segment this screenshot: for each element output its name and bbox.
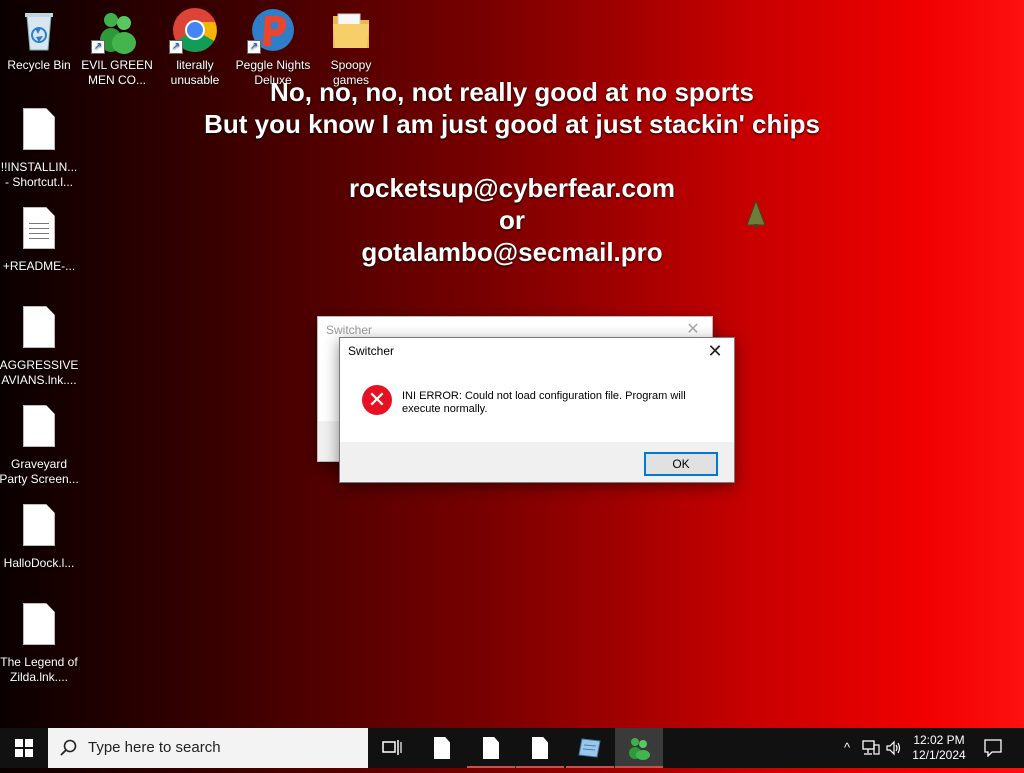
file-icon [483, 737, 499, 759]
clock-date: 12/1/2024 [912, 748, 966, 762]
desktop-icon-label: +README-... [2, 259, 76, 273]
file-icon [532, 737, 548, 759]
text-document-icon [15, 207, 63, 255]
shortcut-arrow-icon: ↗ [91, 40, 105, 54]
peggle-icon: ↗ [247, 6, 297, 54]
close-icon[interactable]: ✕ [702, 338, 728, 364]
dialog-footer: OK [340, 442, 734, 482]
document-icon [15, 504, 63, 552]
desktop-icon-recycle-bin[interactable]: Recycle Bin [0, 6, 79, 73]
notepad-icon [578, 738, 601, 758]
ransom-line-2: But you know I am just good at just stac… [204, 109, 820, 139]
desktop-icon-label: !!INSTALLIN... - Shortcut.l... [0, 160, 78, 189]
taskbar-app-file-3[interactable] [516, 728, 564, 768]
network-icon[interactable] [862, 728, 882, 768]
document-icon [15, 306, 63, 354]
desktop-icon-legend-of-zilda[interactable]: The Legend of Zilda.lnk.... [0, 603, 79, 685]
document-icon [15, 405, 63, 453]
error-message: INI ERROR: Could not load configuration … [402, 390, 686, 415]
switcher-error-dialog[interactable]: Switcher ✕ ✕ INI ERROR: Could not load c… [339, 337, 735, 483]
desktop-icon-label: The Legend of Zilda.lnk.... [0, 655, 78, 684]
taskbar-app-file-1[interactable] [418, 728, 466, 768]
ransom-email-2: gotalambo@secmail.pro [361, 237, 663, 267]
desktop-icon-graveyard-party[interactable]: Graveyard Party Screen... [0, 405, 79, 487]
dialog-title-text: Switcher [326, 323, 373, 337]
volume-icon[interactable] [885, 728, 905, 768]
ransom-line-1: No, no, no, not really good at no sports [270, 77, 754, 107]
notification-icon [984, 739, 1002, 758]
taskbar-app-notepad[interactable] [566, 728, 614, 768]
desktop-icon-aggressive-avians[interactable]: AGGRESSIVE AVIANS.lnk.... [0, 306, 79, 388]
shortcut-arrow-icon: ↗ [247, 40, 261, 54]
desktop-icon-label: EVIL GREEN MEN CO... [81, 58, 153, 87]
taskbar-search-box[interactable]: Type here to search [48, 728, 368, 768]
document-icon [15, 603, 63, 651]
ok-button[interactable]: OK [644, 452, 718, 476]
clock[interactable]: 12:02 PM 12/1/2024 [908, 728, 970, 768]
taskbar-app-green-men[interactable] [615, 728, 663, 768]
recycle-bin-icon [15, 6, 63, 54]
taskbar: Type here to search ^ 12:02 PM 12/1/2024 [0, 728, 1024, 768]
chrome-icon: ↗ [169, 6, 219, 54]
search-icon [60, 728, 78, 773]
tray-overflow-chevron-icon[interactable]: ^ [838, 728, 856, 768]
green-men-icon [629, 738, 650, 760]
start-button[interactable] [0, 728, 48, 768]
file-icon [434, 737, 450, 759]
desktop-icon-installing-shortcut[interactable]: !!INSTALLIN... - Shortcut.l... [0, 108, 79, 190]
clock-time: 12:02 PM [913, 733, 965, 747]
document-icon [15, 108, 63, 156]
desktop-icon-label: AGGRESSIVE AVIANS.lnk.... [0, 358, 79, 387]
dialog-title: Switcher ✕ [340, 338, 734, 364]
green-men-icon: ↗ [91, 6, 141, 54]
task-view-button[interactable] [368, 728, 416, 768]
desktop-icon-evil-green-men[interactable]: ↗ EVIL GREEN MEN CO... [77, 6, 157, 88]
desktop-icon-hallodock[interactable]: HalloDock.l... [0, 504, 79, 571]
windows-logo-icon [15, 739, 33, 757]
desktop-icon-readme[interactable]: +README-... [0, 207, 79, 274]
taskbar-app-file-2[interactable] [467, 728, 515, 768]
notifications-button[interactable] [978, 728, 1008, 768]
error-icon: ✕ [362, 385, 392, 415]
desktop-icon-label: Graveyard Party Screen... [0, 457, 79, 486]
desktop-icon-label: HalloDock.l... [3, 556, 75, 570]
shortcut-arrow-icon: ↗ [169, 40, 183, 54]
search-placeholder: Type here to search [88, 739, 221, 756]
desktop-icon-label: Recycle Bin [7, 58, 71, 72]
task-view-icon [382, 740, 402, 755]
tree-sprite-icon [744, 199, 768, 229]
folder-icon [327, 6, 375, 54]
dialog-title-text: Switcher [348, 344, 395, 358]
